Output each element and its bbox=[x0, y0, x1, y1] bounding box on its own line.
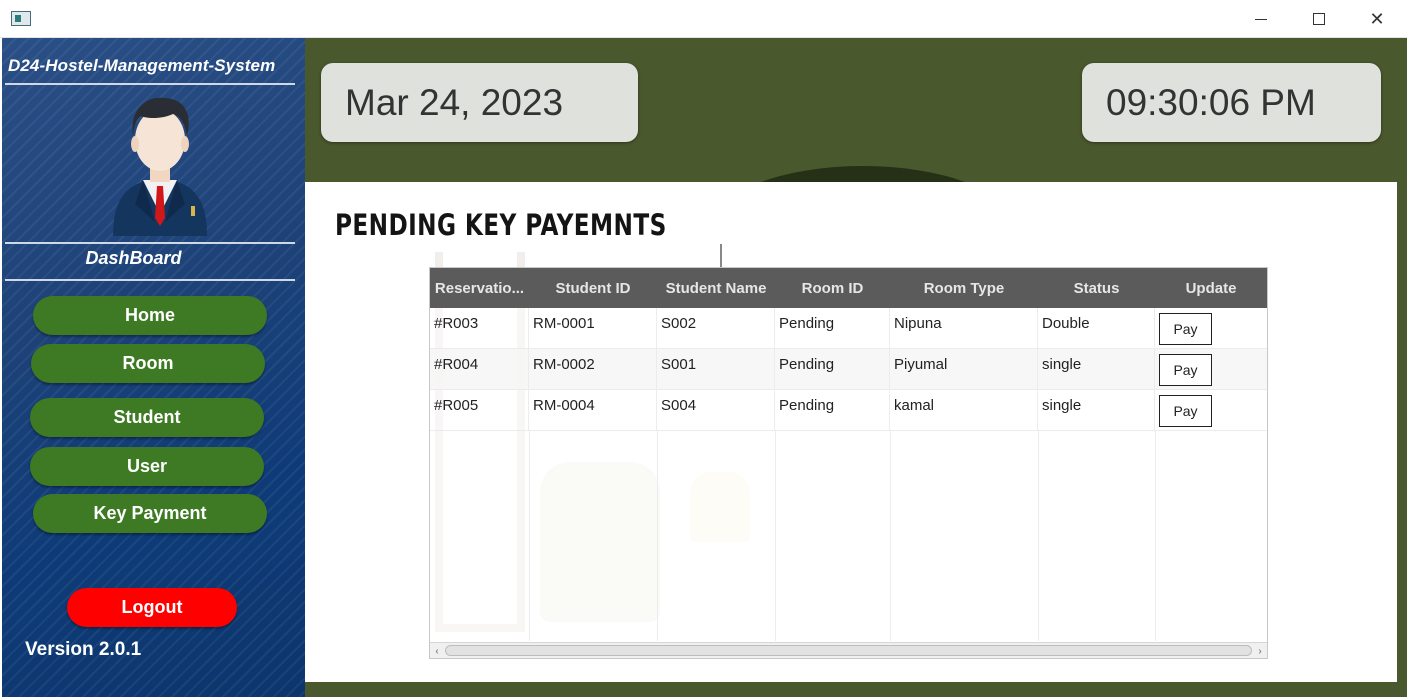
close-icon[interactable]: ✕ bbox=[1348, 0, 1406, 38]
scrollbar-thumb[interactable] bbox=[445, 645, 1252, 656]
scroll-right-icon[interactable]: › bbox=[1253, 644, 1267, 658]
column-header-room-id[interactable]: Room ID bbox=[775, 268, 890, 308]
table-header: Reservatio... Student ID Student Name Ro… bbox=[430, 268, 1267, 308]
pay-button[interactable]: Pay bbox=[1159, 313, 1212, 345]
cell-student-id: RM-0004 bbox=[529, 390, 657, 430]
cell-student-name: S004 bbox=[657, 390, 775, 430]
nav-user-button[interactable]: User bbox=[30, 447, 264, 486]
minimize-icon[interactable] bbox=[1232, 0, 1290, 38]
column-gridline bbox=[890, 431, 891, 641]
date-display: Mar 24, 2023 bbox=[321, 63, 638, 142]
cell-room-id: Pending bbox=[775, 349, 890, 389]
cell-student-id: RM-0001 bbox=[529, 308, 657, 348]
dashboard-label: DashBoard bbox=[85, 248, 182, 268]
table-row[interactable]: #R003 RM-0001 S002 Pending Nipuna Double… bbox=[430, 308, 1267, 349]
table-row[interactable]: #R005 RM-0004 S004 Pending kamal single … bbox=[430, 390, 1267, 431]
column-gridline bbox=[1155, 431, 1156, 641]
cell-reservation: #R005 bbox=[430, 390, 529, 430]
cell-update: Pay bbox=[1155, 349, 1267, 389]
maximize-icon[interactable] bbox=[1290, 0, 1348, 38]
pay-button[interactable]: Pay bbox=[1159, 395, 1212, 427]
cell-update: Pay bbox=[1155, 308, 1267, 348]
time-display: 09:30:06 PM bbox=[1082, 63, 1381, 142]
content-panel: PENDING KEY PAYEMNTS Reservatio... Stude… bbox=[305, 182, 1397, 682]
column-gridline bbox=[775, 431, 776, 641]
column-header-student-name[interactable]: Student Name bbox=[657, 268, 775, 308]
cell-student-name: S002 bbox=[657, 308, 775, 348]
cell-student-id: RM-0002 bbox=[529, 349, 657, 389]
pay-button[interactable]: Pay bbox=[1159, 354, 1212, 386]
version-label: Version 2.0.1 bbox=[25, 639, 142, 660]
cell-reservation: #R004 bbox=[430, 349, 529, 389]
cell-status: Double bbox=[1038, 308, 1155, 348]
cell-room-type: Piyumal bbox=[890, 349, 1038, 389]
column-gridline bbox=[1038, 431, 1039, 641]
column-header-status[interactable]: Status bbox=[1038, 268, 1155, 308]
cell-status: single bbox=[1038, 390, 1155, 430]
column-gridline bbox=[657, 431, 658, 641]
column-header-student-id[interactable]: Student ID bbox=[529, 268, 657, 308]
nav-room-button[interactable]: Room bbox=[31, 344, 265, 383]
sidebar: D24-Hostel-Management-System DashBoard H… bbox=[2, 38, 305, 697]
table-row[interactable]: #R004 RM-0002 S001 Pending Piyumal singl… bbox=[430, 349, 1267, 390]
nav-student-button[interactable]: Student bbox=[30, 398, 264, 437]
nav-key-payment-button[interactable]: Key Payment bbox=[33, 494, 267, 533]
main-area: Mar 24, 2023 09:30:06 PM PENDING KEY PAY… bbox=[305, 38, 1407, 697]
businessman-avatar-icon bbox=[113, 97, 207, 236]
cell-room-id: Pending bbox=[775, 308, 890, 348]
column-header-reservation[interactable]: Reservatio... bbox=[430, 268, 529, 308]
column-header-room-type[interactable]: Room Type bbox=[890, 268, 1038, 308]
horizontal-scrollbar[interactable]: ‹ › bbox=[430, 642, 1267, 658]
cell-room-type: kamal bbox=[890, 390, 1038, 430]
cell-status: single bbox=[1038, 349, 1155, 389]
divider bbox=[5, 83, 295, 85]
divider bbox=[5, 279, 295, 281]
app-title: D24-Hostel-Management-System bbox=[8, 56, 276, 75]
column-header-update[interactable]: Update bbox=[1155, 268, 1267, 308]
nav-home-button[interactable]: Home bbox=[33, 296, 267, 335]
cell-update: Pay bbox=[1155, 390, 1267, 430]
column-gridline bbox=[529, 431, 530, 641]
scroll-left-icon[interactable]: ‹ bbox=[430, 644, 444, 658]
cell-room-type: Nipuna bbox=[890, 308, 1038, 348]
logout-button[interactable]: Logout bbox=[67, 588, 237, 627]
window-titlebar: ✕ bbox=[0, 0, 1407, 38]
page-title: PENDING KEY PAYEMNTS bbox=[335, 208, 667, 242]
app-window-icon bbox=[11, 11, 31, 26]
pending-payments-table: Reservatio... Student ID Student Name Ro… bbox=[429, 267, 1268, 659]
cell-reservation: #R003 bbox=[430, 308, 529, 348]
cell-student-name: S001 bbox=[657, 349, 775, 389]
divider bbox=[5, 242, 295, 244]
cell-room-id: Pending bbox=[775, 390, 890, 430]
